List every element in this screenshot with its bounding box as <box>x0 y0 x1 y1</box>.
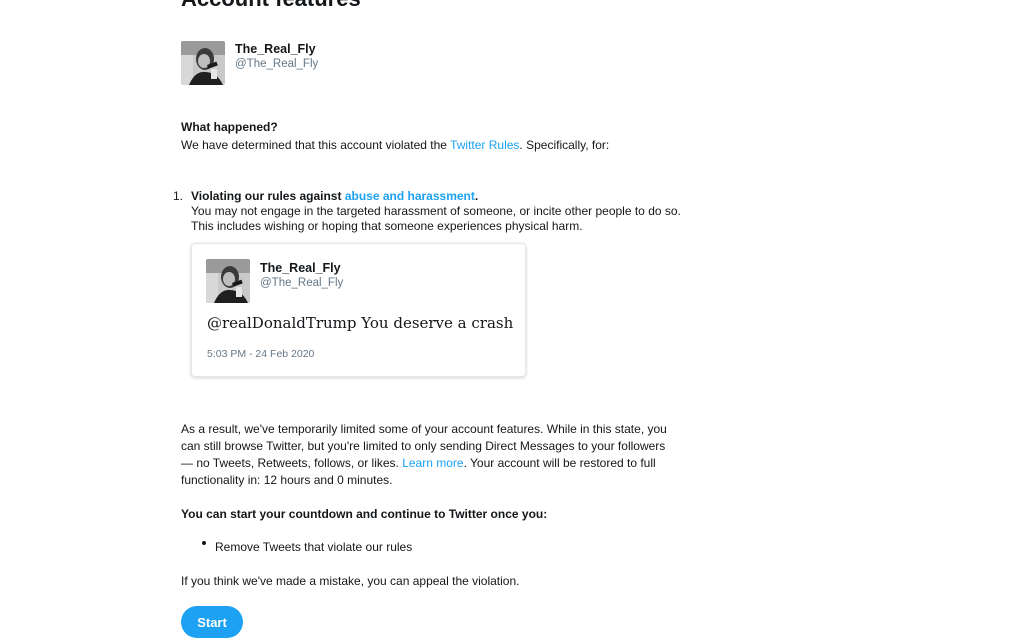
violation-title-prefix: Violating our rules against <box>191 189 345 203</box>
profile-photo-icon <box>206 259 250 303</box>
tweet-display-name: The_Real_Fly <box>260 261 341 275</box>
result-line2: can still browse Twitter, but you're lim… <box>181 439 666 453</box>
learn-more-link[interactable]: Learn more <box>402 456 463 470</box>
what-happened-text: We have determined that this account vio… <box>181 137 609 153</box>
tweet-avatar <box>206 259 250 303</box>
twitter-rules-link[interactable]: Twitter Rules <box>450 138 519 152</box>
start-button[interactable]: Start <box>181 606 243 638</box>
abuse-harassment-link[interactable]: abuse and harassment <box>345 189 475 203</box>
what-happened-heading: What happened? <box>181 120 278 134</box>
violation-number: 1. <box>173 189 184 203</box>
page-title: Account features <box>181 0 361 12</box>
result-line3: — no Tweets, Retweets, follows, or likes… <box>181 455 656 471</box>
account-avatar <box>181 41 225 85</box>
result-line3-suffix: . Your account will be restored to full <box>463 456 656 470</box>
tweet-card: The_Real_Fly @The_Real_Fly @realDonaldTr… <box>191 243 526 377</box>
countdown-heading: You can start your countdown and continu… <box>181 507 548 521</box>
appeal-text: If you think we've made a mistake, you c… <box>181 574 520 588</box>
what-happened-prefix: We have determined that this account vio… <box>181 138 451 152</box>
violation-description-line1: You may not engage in the targeted haras… <box>191 204 681 218</box>
result-line1: As a result, we've temporarily limited s… <box>181 422 667 436</box>
what-happened-suffix: . Specifically, for: <box>519 138 610 152</box>
result-line4: functionality in: 12 hours and 0 minutes… <box>181 473 393 487</box>
account-handle: @The_Real_Fly <box>235 58 319 70</box>
account-display-name: The_Real_Fly <box>235 42 316 56</box>
tweet-text: @realDonaldTrump You deserve a crash <box>207 314 514 332</box>
violation-title: Violating our rules against abuse and ha… <box>191 188 478 204</box>
list-bullet <box>202 541 206 545</box>
tweet-handle: @The_Real_Fly <box>260 277 344 289</box>
result-line3-prefix: — no Tweets, Retweets, follows, or likes… <box>181 456 403 470</box>
violation-description-line2: This includes wishing or hoping that som… <box>191 219 583 233</box>
countdown-item: Remove Tweets that violate our rules <box>215 540 413 554</box>
account-locked-page: Account features The_Real_Fly @The_Real_… <box>0 0 1024 644</box>
violation-title-suffix: . <box>474 189 479 203</box>
tweet-timestamp: 5:03 PM - 24 Feb 2020 <box>207 348 315 360</box>
profile-photo-icon <box>181 41 225 85</box>
